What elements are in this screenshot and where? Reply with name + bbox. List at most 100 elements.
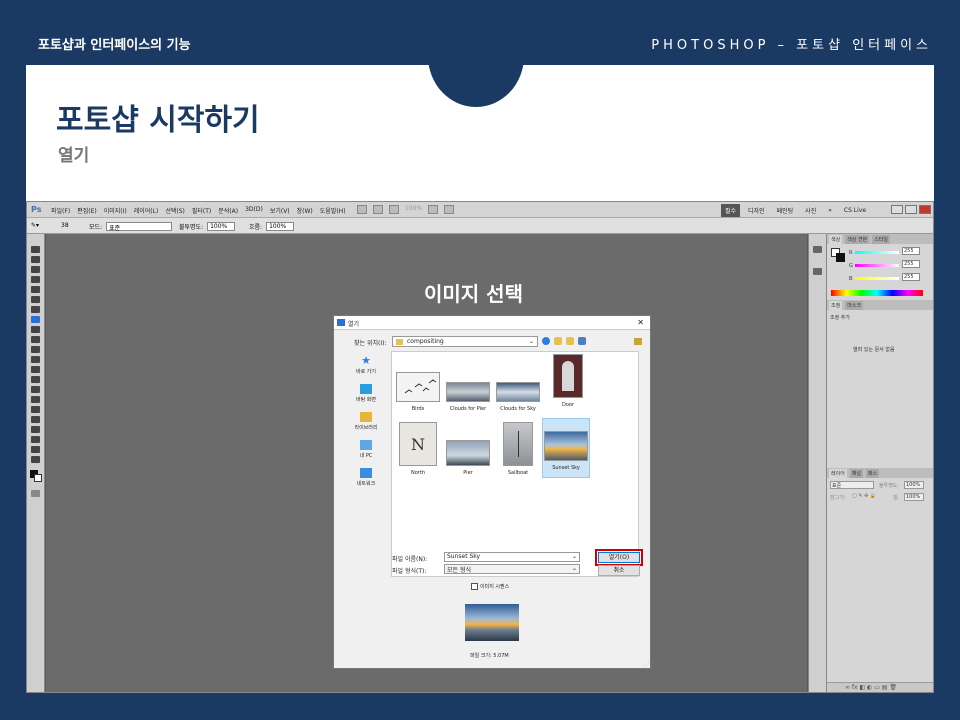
new-folder-icon[interactable] bbox=[566, 337, 574, 345]
screen-mode-icon[interactable] bbox=[444, 205, 455, 214]
type-tool-icon[interactable] bbox=[31, 396, 40, 403]
place-quick-access[interactable]: ★ 바로 가기 bbox=[342, 355, 390, 375]
view-extras-icon[interactable] bbox=[389, 205, 399, 214]
view-menu-icon[interactable] bbox=[578, 337, 586, 345]
filename-input[interactable]: Sunset Sky ⌄ bbox=[444, 552, 580, 562]
tab-styles[interactable]: 스타일 bbox=[872, 235, 891, 244]
file-item-selected[interactable]: Sunset Sky bbox=[542, 418, 590, 478]
minimize-icon[interactable] bbox=[891, 205, 903, 214]
menu-edit[interactable]: 편집(E) bbox=[77, 206, 97, 215]
resize-grip-icon[interactable]: ⋰ bbox=[643, 661, 649, 668]
crop-tool-icon[interactable] bbox=[31, 286, 40, 293]
menu-window[interactable]: 창(W) bbox=[297, 206, 313, 215]
menu-file[interactable]: 파일(F) bbox=[51, 206, 70, 215]
marquee-tool-icon[interactable] bbox=[31, 256, 40, 263]
shape-tool-icon[interactable] bbox=[31, 416, 40, 423]
tab-color[interactable]: 색상 bbox=[829, 235, 843, 244]
r-value[interactable]: 255 bbox=[902, 247, 920, 255]
blur-tool-icon[interactable] bbox=[31, 366, 40, 373]
tab-masks[interactable]: 마스크 bbox=[845, 301, 864, 310]
g-slider[interactable] bbox=[855, 264, 899, 267]
file-item[interactable]: Pier bbox=[444, 422, 492, 476]
gradient-tool-icon[interactable] bbox=[31, 356, 40, 363]
workspace-painting[interactable]: 페인팅 bbox=[773, 204, 798, 217]
place-desktop[interactable]: 바탕 화면 bbox=[342, 384, 390, 403]
background-color-swatch[interactable] bbox=[34, 474, 42, 482]
dialog-close-icon[interactable]: ✕ bbox=[637, 318, 644, 327]
maximize-icon[interactable] bbox=[905, 205, 917, 214]
move-tool-icon[interactable] bbox=[31, 246, 40, 253]
tool-preset[interactable]: ✎▾ bbox=[31, 222, 39, 229]
menu-select[interactable]: 선택(S) bbox=[165, 206, 185, 215]
place-network[interactable]: 네트워크 bbox=[342, 468, 390, 487]
brush-tool-icon[interactable] bbox=[31, 316, 40, 323]
opacity-input[interactable]: 100% bbox=[207, 222, 236, 231]
menu-image[interactable]: 이미지(I) bbox=[104, 206, 127, 215]
up-folder-icon[interactable] bbox=[554, 337, 562, 345]
flow-input[interactable]: 100% bbox=[266, 222, 295, 231]
g-value[interactable]: 255 bbox=[902, 260, 920, 268]
pen-tool-icon[interactable] bbox=[31, 386, 40, 393]
layer-footer-icons[interactable]: ∞ fx ◧ ◐ ▭ ▤ 🗑 bbox=[845, 684, 897, 691]
menu-view[interactable]: 보기(V) bbox=[270, 206, 290, 215]
mode-select[interactable]: 표준 bbox=[106, 222, 173, 232]
3d-rotate-tool-icon[interactable] bbox=[31, 426, 40, 433]
blend-mode-select[interactable]: 표준 bbox=[830, 481, 874, 489]
cancel-button[interactable]: 취소 bbox=[598, 565, 640, 576]
bridge-icon[interactable] bbox=[357, 205, 367, 214]
lasso-tool-icon[interactable] bbox=[31, 266, 40, 273]
actions-panel-icon[interactable] bbox=[813, 268, 822, 275]
zoom-level[interactable]: 100% bbox=[405, 205, 422, 214]
file-item[interactable]: Sailboat bbox=[494, 422, 542, 476]
camera-raw-icon[interactable] bbox=[634, 338, 642, 345]
workspace-essentials[interactable]: 필수 bbox=[721, 204, 741, 217]
file-item[interactable]: Clouds for Pier bbox=[444, 364, 492, 412]
menu-help[interactable]: 도움말(H) bbox=[320, 206, 346, 215]
arrange-documents-icon[interactable] bbox=[428, 205, 439, 214]
close-icon[interactable] bbox=[919, 205, 931, 214]
eraser-tool-icon[interactable] bbox=[31, 346, 40, 353]
clone-stamp-tool-icon[interactable] bbox=[31, 326, 40, 333]
quick-mask-icon[interactable] bbox=[31, 490, 40, 497]
more-workspaces-icon[interactable]: » bbox=[824, 205, 836, 216]
path-selection-tool-icon[interactable] bbox=[31, 406, 40, 413]
file-item[interactable]: Door bbox=[544, 352, 592, 408]
quick-selection-tool-icon[interactable] bbox=[31, 276, 40, 283]
look-in-select[interactable]: compositing ⌄ bbox=[392, 336, 538, 347]
hand-tool-icon[interactable] bbox=[31, 446, 40, 453]
mini-bridge-icon[interactable] bbox=[373, 205, 383, 214]
tab-paths[interactable]: 패스 bbox=[866, 469, 880, 478]
back-icon[interactable] bbox=[542, 337, 550, 345]
menu-layer[interactable]: 레이어(L) bbox=[134, 206, 159, 215]
dodge-tool-icon[interactable] bbox=[31, 376, 40, 383]
zoom-tool-icon[interactable] bbox=[31, 456, 40, 463]
layer-opacity-input[interactable]: 100% bbox=[904, 481, 924, 489]
lock-icons[interactable]: ▢ ✎ ✣ 🔒 bbox=[852, 493, 876, 499]
tab-adjustments[interactable]: 조정 bbox=[829, 301, 843, 310]
3d-orbit-tool-icon[interactable] bbox=[31, 436, 40, 443]
eyedropper-tool-icon[interactable] bbox=[31, 296, 40, 303]
menu-3d[interactable]: 3D(D) bbox=[245, 206, 263, 215]
filetype-select[interactable]: 모든 형식 ⌄ bbox=[444, 564, 580, 574]
place-libraries[interactable]: 라이브러리 bbox=[342, 412, 390, 431]
fill-input[interactable]: 100% bbox=[904, 493, 924, 501]
file-item[interactable]: Birds bbox=[394, 364, 442, 412]
r-slider[interactable] bbox=[855, 251, 899, 254]
b-value[interactable]: 255 bbox=[902, 273, 920, 281]
history-brush-tool-icon[interactable] bbox=[31, 336, 40, 343]
open-button[interactable]: 열기(O) bbox=[595, 549, 643, 566]
file-item[interactable]: Clouds for Sky bbox=[494, 364, 542, 412]
cs-live-button[interactable]: CS Live bbox=[840, 205, 870, 216]
tab-channels[interactable]: 채널 bbox=[849, 469, 864, 478]
spot-healing-tool-icon[interactable] bbox=[31, 306, 40, 313]
menu-analysis[interactable]: 분석(A) bbox=[218, 206, 238, 215]
color-spectrum-bar[interactable] bbox=[831, 290, 923, 296]
file-item[interactable]: N North bbox=[394, 422, 442, 476]
workspace-design[interactable]: 디자인 bbox=[744, 204, 769, 217]
tab-swatches[interactable]: 색상 견본 bbox=[845, 235, 870, 244]
tab-layers[interactable]: 레이어 bbox=[829, 469, 847, 478]
history-panel-icon[interactable] bbox=[813, 246, 822, 253]
workspace-photography[interactable]: 사진 bbox=[801, 204, 820, 217]
image-sequence-checkbox[interactable] bbox=[471, 583, 478, 590]
b-slider[interactable] bbox=[855, 277, 899, 280]
